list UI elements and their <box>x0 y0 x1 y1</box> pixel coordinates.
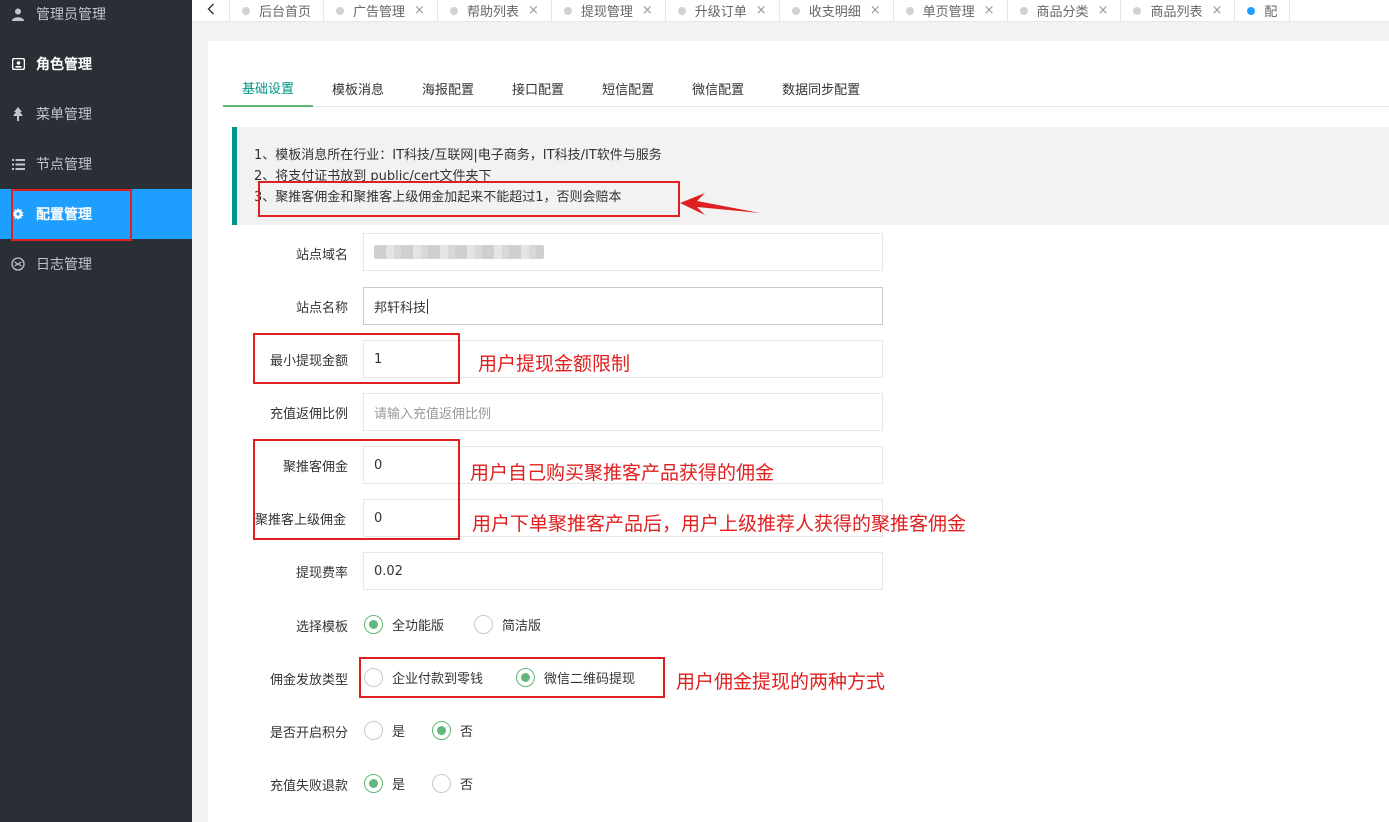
tab-dot-icon <box>449 6 458 15</box>
log-icon <box>11 257 25 271</box>
annotation-box-min-withdraw <box>253 333 460 384</box>
sidebar-item-label: 日志管理 <box>36 257 92 273</box>
annotation-min-withdraw: 用户提现金额限制 <box>478 353 631 375</box>
annotation-arrow <box>680 193 760 215</box>
tab-dot-icon <box>242 6 250 15</box>
close-icon[interactable]: × <box>1211 3 1222 18</box>
tabs-scroll-left-button[interactable] <box>192 0 230 21</box>
sidebar: 管理员管理 角色管理 菜单管理 节点管理 配置管理 日志管理 <box>0 0 192 822</box>
top-tab[interactable]: 单页管理 × <box>894 0 1008 21</box>
top-tabs-bar: 后台首页 广告管理 × 帮助列表 × 提现管理 × 升级订单 × 收支明细 × 单页管理 ×… <box>192 0 1389 22</box>
sidebar-item-label: 节点管理 <box>36 157 92 173</box>
close-icon[interactable]: × <box>414 3 425 18</box>
sidebar-item-admin[interactable]: 管理员管理 <box>0 0 192 39</box>
top-tab[interactable]: 广告管理 × <box>324 0 438 21</box>
top-tab[interactable]: 收支明细 × <box>780 0 894 21</box>
user-icon <box>11 7 25 21</box>
top-tab[interactable]: 后台首页 <box>230 0 325 21</box>
close-icon[interactable]: × <box>870 3 881 18</box>
top-tab[interactable]: 商品分类 × <box>1008 0 1122 21</box>
tab-dot-icon <box>791 6 800 15</box>
top-tab[interactable]: 商品列表 × <box>1121 0 1236 21</box>
sidebar-item-logs[interactable]: 日志管理 <box>0 239 192 289</box>
close-icon[interactable]: × <box>642 3 653 18</box>
close-icon[interactable]: × <box>756 3 767 18</box>
tab-dot-icon <box>1247 6 1256 15</box>
close-icon[interactable]: × <box>528 3 539 18</box>
annotation-jtk-parent: 用户下单聚推客产品后，用户上级推荐人获得的聚推客佣金 <box>472 513 967 535</box>
chevron-left-icon <box>207 3 215 19</box>
top-tab-current[interactable]: 配 <box>1235 0 1291 21</box>
tab-dot-icon <box>677 6 686 15</box>
sidebar-item-label: 角色管理 <box>36 57 92 73</box>
top-tab[interactable]: 升级订单 × <box>666 0 780 21</box>
sidebar-item-nodes[interactable]: 节点管理 <box>0 139 192 189</box>
sidebar-item-label: 菜单管理 <box>36 107 92 123</box>
tab-dot-icon <box>905 6 914 15</box>
annotation-jtk: 用户自己购买聚推客产品获得的佣金 <box>470 462 775 484</box>
tree-icon <box>11 107 25 121</box>
tab-dot-icon <box>563 6 572 15</box>
annotation-commission-type: 用户佣金提现的两种方式 <box>676 671 886 693</box>
annotation-box-jtk-commission <box>253 439 460 540</box>
sidebar-item-menus[interactable]: 菜单管理 <box>0 89 192 139</box>
tab-dot-icon <box>1133 6 1142 15</box>
top-tab[interactable]: 帮助列表 × <box>438 0 552 21</box>
annotation-box-commission-type <box>359 657 665 698</box>
close-icon[interactable]: × <box>984 3 995 18</box>
close-icon[interactable]: × <box>1098 3 1109 18</box>
tab-dot-icon <box>336 6 345 15</box>
top-tab[interactable]: 提现管理 × <box>552 0 666 21</box>
tab-dot-icon <box>1019 6 1028 15</box>
id-card-icon <box>11 57 25 71</box>
sidebar-item-roles[interactable]: 角色管理 <box>0 39 192 89</box>
config-panel: 基础设置 模板消息 海报配置 接口配置 短信配置 微信配置 数据同步配置 1、模… <box>11 41 1389 822</box>
sidebar-item-label: 管理员管理 <box>36 7 106 23</box>
list-icon <box>11 157 25 171</box>
annotation-box-sidebar-config <box>11 189 132 241</box>
